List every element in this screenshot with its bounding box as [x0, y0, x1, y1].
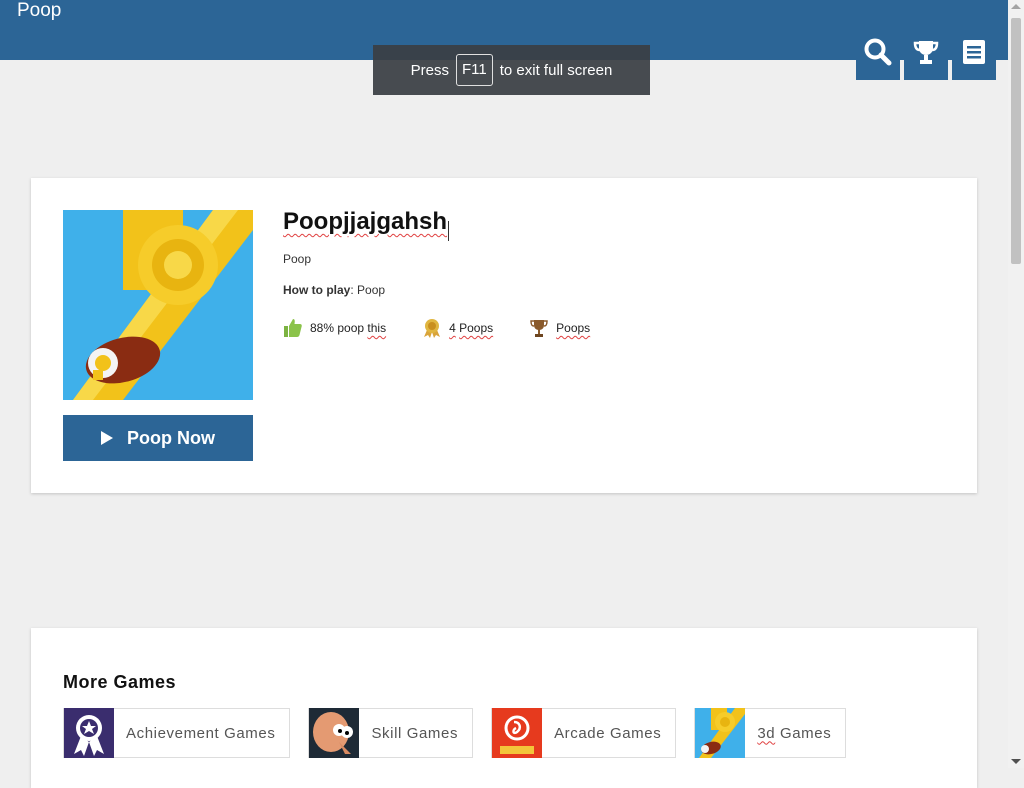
game-description: Poop [283, 252, 312, 266]
toast-key: F11 [456, 54, 493, 86]
category-label-rest: Games [775, 724, 832, 742]
game-thumbnail[interactable] [63, 210, 253, 400]
category-label: Achievement Games [126, 724, 276, 742]
fullscreen-toast: Press F11 to exit full screen [373, 45, 650, 95]
achievement-medal-icon [424, 319, 441, 338]
skill-face-icon [309, 708, 360, 758]
rating-stat[interactable]: 88% poop this [283, 318, 386, 338]
toast-prefix: Press [410, 61, 450, 79]
rating-prefix: 88% poop [310, 321, 365, 335]
category-label: 3d Games [745, 725, 845, 742]
page-scrollbar[interactable] [1008, 0, 1024, 768]
more-games-card: More Games Achievement Games Skill Games… [31, 628, 977, 788]
thumbs-up-icon [284, 319, 302, 337]
play-now-label: Poop Now [127, 427, 215, 448]
scroll-thumb[interactable] [1011, 18, 1021, 264]
site-title[interactable]: Poop [17, 0, 61, 22]
bitlife-icon [492, 708, 543, 758]
text-cursor [448, 221, 449, 241]
play-now-button[interactable]: Poop Now [63, 415, 253, 461]
achievement-ribbon-icon [64, 708, 114, 758]
how-to-play-text: : Poop [350, 283, 386, 297]
how-to-play: How to play: Poop [283, 283, 385, 297]
toast-suffix: to exit full screen [499, 61, 613, 79]
trophy-icon [913, 41, 939, 64]
achievements-stat[interactable]: 4 Poops [422, 318, 493, 338]
category-label: Arcade Games [554, 724, 662, 742]
category-arcade-games[interactable]: Arcade Games [491, 708, 677, 758]
category-label: Skill Games [371, 724, 459, 742]
category-label-3d: 3d [757, 724, 776, 742]
categories-row: Achievement Games Skill Games Arcade Gam… [63, 708, 864, 758]
leaderboard-stat[interactable]: Poops [529, 318, 590, 338]
achievements-label: Poops [459, 321, 494, 335]
scroll-down-icon[interactable] [1011, 759, 1021, 764]
search-icon [864, 38, 892, 66]
rating-link[interactable]: this [367, 321, 386, 335]
3d-games-icon [695, 708, 746, 758]
menu-button[interactable] [952, 33, 996, 80]
achievements-count: 4 [449, 321, 456, 335]
category-skill-games[interactable]: Skill Games [308, 708, 474, 758]
category-achievement-games[interactable]: Achievement Games [63, 708, 291, 758]
game-card: Poop Now Poopjjajgahsh Poop How to play:… [31, 178, 977, 493]
trophy-button[interactable] [904, 33, 948, 80]
play-icon [101, 431, 113, 445]
scroll-up-icon[interactable] [1011, 4, 1021, 9]
game-title[interactable]: Poopjjajgahsh [283, 208, 447, 236]
category-3d-games[interactable]: 3d Games [694, 708, 847, 758]
menu-icon [963, 40, 985, 64]
search-button[interactable] [856, 33, 900, 80]
how-to-play-label: How to play [283, 283, 351, 297]
game-stats: 88% poop this 4 Poops Poops [283, 318, 626, 338]
leaderboard-label: Poops [556, 321, 591, 335]
trophy-small-icon [530, 320, 548, 337]
more-games-heading: More Games [63, 672, 177, 692]
